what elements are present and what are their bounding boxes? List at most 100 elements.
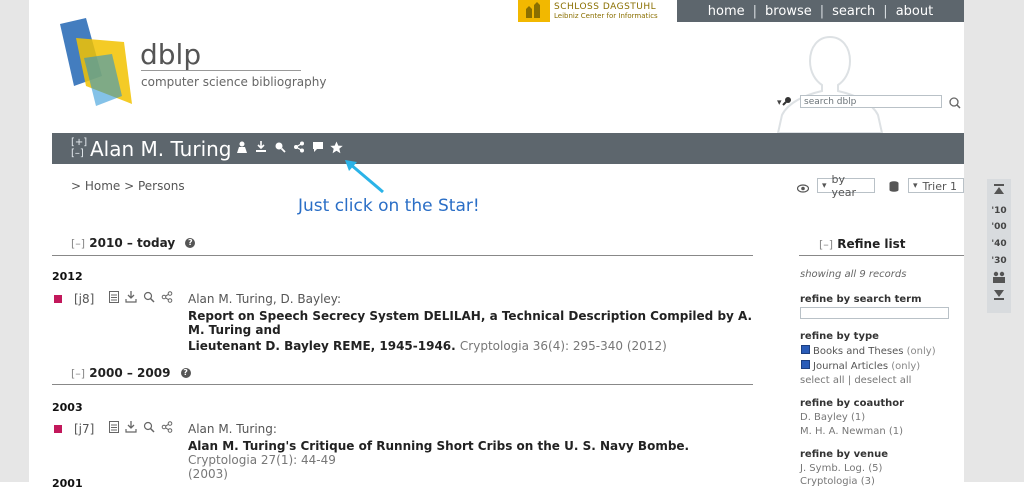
checkbox-checked[interactable]: [801, 345, 810, 354]
venue-link[interactable]: J. Symb. Log. (5): [800, 463, 882, 474]
record-title[interactable]: Report on Speech Secrecy System DELILAH,…: [188, 309, 754, 337]
expand-all[interactable]: [+]: [71, 137, 87, 148]
star-icon[interactable]: [330, 141, 343, 157]
title-rule: [141, 70, 301, 71]
page-margin-left: [0, 0, 29, 482]
deselect-all-link[interactable]: deselect all: [854, 375, 911, 386]
jump-bottom-icon[interactable]: [987, 290, 1011, 303]
mirror-select[interactable]: ▾ Trier 1: [908, 178, 964, 193]
jump-year[interactable]: '10: [987, 206, 1011, 216]
site-title[interactable]: dblp: [140, 38, 201, 71]
refine-search-input[interactable]: [800, 307, 949, 319]
callout-arrow-icon: [345, 160, 384, 194]
comment-icon[interactable]: [311, 141, 324, 157]
coauthor-link[interactable]: D. Bayley (1): [800, 412, 865, 423]
order-select-value: by year: [831, 173, 857, 199]
record-tools: [109, 291, 173, 306]
record-title-line: Alan M. Turing's Critique of Running Sho…: [188, 439, 754, 467]
refine-type-label: refine by type: [800, 331, 879, 342]
person-silhouette-icon: [776, 35, 884, 133]
record-tools: [109, 421, 173, 436]
checkbox-checked[interactable]: [801, 360, 810, 369]
only-link[interactable]: (only): [891, 361, 920, 372]
chevron-down-icon: ▾: [913, 181, 918, 191]
refine-title: Refine list: [837, 237, 906, 251]
share-icon[interactable]: [161, 421, 173, 436]
type-filter-books[interactable]: Books and Theses (only): [801, 345, 936, 357]
journal-article-marker: [54, 295, 62, 303]
search-options-icon[interactable]: ▾: [777, 96, 792, 108]
section-title: 2000 – 2009: [89, 366, 171, 380]
coauthor-link[interactable]: M. H. A. Newman (1): [800, 426, 903, 437]
record-title-end[interactable]: Lieutenant D. Bayley REME, 1945-1946.: [188, 339, 456, 353]
record-entry: Alan M. Turing: Alan M. Turing's Critiqu…: [188, 422, 754, 481]
share-icon[interactable]: [292, 141, 305, 157]
refine-toggle[interactable]: [–]: [819, 238, 833, 251]
jump-year[interactable]: '00: [987, 222, 1011, 232]
person-name: Alan M. Turing: [90, 137, 232, 161]
nav-search[interactable]: search: [832, 4, 875, 19]
search-input[interactable]: search dblp: [800, 95, 942, 108]
select-links: select all | deselect all: [800, 375, 911, 386]
type-label: Journal Articles: [813, 361, 889, 372]
search-icon[interactable]: [143, 291, 155, 306]
only-link[interactable]: (only): [907, 346, 936, 357]
database-icon: [889, 181, 899, 195]
download-icon[interactable]: [125, 291, 137, 306]
help-icon[interactable]: ?: [185, 238, 196, 248]
document-icon[interactable]: [109, 421, 119, 436]
record-venue[interactable]: Cryptologia 27(1): 44-49: [188, 453, 336, 467]
record-title[interactable]: Alan M. Turing's Critique of Running Sho…: [188, 439, 689, 453]
eye-icon: [796, 182, 810, 196]
coauthors-icon[interactable]: [987, 271, 1011, 286]
section-toggle[interactable]: [–]: [71, 367, 85, 380]
dagstuhl-tagline: Leibniz Center for Informatics: [554, 12, 658, 20]
section-header: [–] 2010 – today ?: [71, 236, 196, 250]
order-select[interactable]: ▾ by year: [817, 173, 875, 199]
nav-separator: |: [752, 3, 758, 19]
section-toggle[interactable]: [–]: [71, 237, 85, 250]
search-submit-icon[interactable]: [948, 95, 962, 114]
chevron-down-icon: ▾: [822, 181, 827, 191]
breadcrumb[interactable]: > Home > Persons: [71, 179, 185, 193]
refine-search-label: refine by search term: [800, 294, 922, 305]
refine-venue-label: refine by venue: [800, 449, 888, 460]
expand-collapse-toggle[interactable]: [+] [–]: [71, 137, 87, 159]
refine-coauthor-label: refine by coauthor: [800, 398, 905, 409]
record-venue-year[interactable]: (2003): [188, 467, 754, 481]
nav-about[interactable]: about: [896, 4, 934, 19]
help-icon[interactable]: ?: [180, 368, 191, 378]
person-tools: [235, 141, 343, 157]
dagstuhl-logo[interactable]: SCHLOSS DAGSTUHL Leibniz Center for Info…: [518, 0, 668, 22]
jump-year[interactable]: '30: [987, 256, 1011, 266]
person-icon[interactable]: [235, 141, 248, 157]
type-filter-journals[interactable]: Journal Articles (only): [801, 360, 920, 372]
nav-separator: |: [819, 3, 825, 19]
document-icon[interactable]: [109, 291, 119, 306]
record-authors[interactable]: Alan M. Turing, D. Bayley:: [188, 292, 754, 306]
select-all-link[interactable]: select all: [800, 375, 845, 386]
mirror-select-value: Trier 1: [922, 179, 957, 193]
download-icon[interactable]: [254, 141, 267, 157]
search-icon[interactable]: [143, 421, 155, 436]
dblp-logo-icon[interactable]: [56, 16, 136, 114]
nav-browse[interactable]: browse: [765, 4, 812, 19]
callout-annotation: Just click on the Star!: [298, 196, 480, 216]
record-title-continued: Lieutenant D. Bayley REME, 1945-1946. Cr…: [188, 339, 754, 353]
search-person-icon[interactable]: [273, 141, 286, 157]
collapse-all[interactable]: [–]: [71, 148, 87, 159]
share-icon[interactable]: [161, 291, 173, 306]
record-entry: Alan M. Turing, D. Bayley: Report on Spe…: [188, 292, 754, 353]
dagstuhl-name: SCHLOSS DAGSTUHL: [554, 2, 657, 12]
record-venue[interactable]: Cryptologia 36(4): 295-340 (2012): [460, 339, 667, 353]
top-navigation: home | browse | search | about: [677, 0, 964, 22]
record-authors[interactable]: Alan M. Turing:: [188, 422, 754, 436]
select-separator: |: [847, 375, 852, 386]
year-label-partial: 2001: [52, 477, 83, 490]
section-title: 2010 – today: [89, 236, 176, 250]
download-icon[interactable]: [125, 421, 137, 436]
jump-top-icon[interactable]: [987, 184, 1011, 197]
jump-year[interactable]: '40: [987, 239, 1011, 249]
nav-home[interactable]: home: [708, 4, 745, 19]
records-count: showing all 9 records: [800, 269, 907, 280]
